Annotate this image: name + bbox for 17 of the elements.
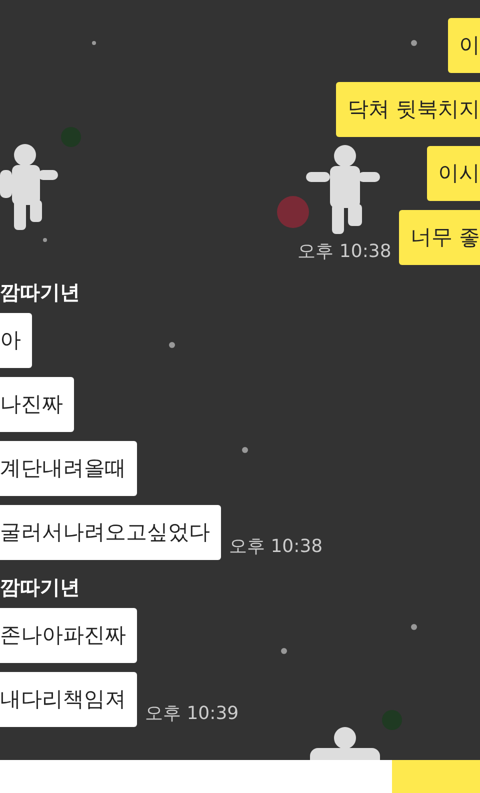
message-bubble: 내다리책임져	[0, 672, 137, 727]
send-button[interactable]	[392, 760, 480, 793]
message-bubble: 아	[0, 313, 32, 368]
message-bubble: 굴러서나려오고싶었다	[0, 505, 221, 560]
message-time: 오후 10:38	[298, 243, 392, 261]
message-bubble: 존나아파진짜	[0, 608, 137, 663]
message-input-field[interactable]	[0, 760, 480, 793]
message-bubble: 나진짜	[0, 377, 74, 432]
message-bubble: 이	[448, 18, 480, 73]
message-bubble: 계단내려올때	[0, 441, 137, 496]
message-time: 오후 10:39	[145, 705, 239, 723]
sender-name: 깜따기년	[0, 279, 81, 305]
message-time: 오후 10:38	[229, 538, 323, 556]
message-bubble: 너무 좋	[399, 210, 480, 265]
message-bubble: 닥쳐 뒷북치지	[336, 82, 480, 137]
sender-name: 깜따기년	[0, 574, 81, 600]
message-bubble: 이시	[427, 146, 480, 201]
